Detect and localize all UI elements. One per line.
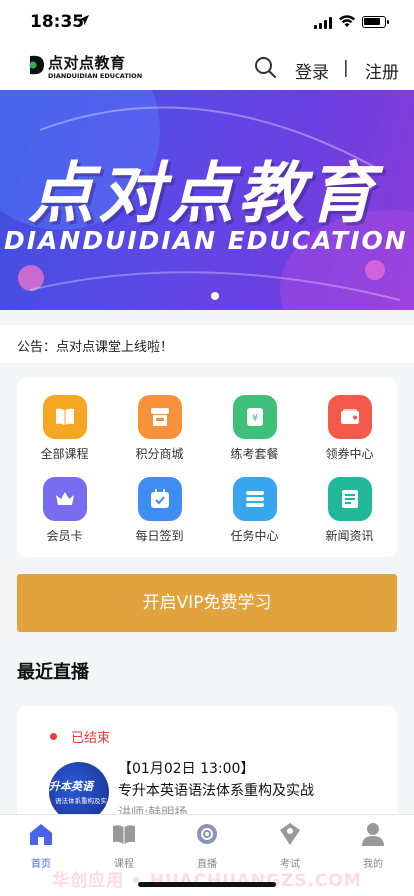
tab-home[interactable]: 首页 [11,821,71,870]
tab-courses[interactable]: 课程 [94,821,154,870]
grid-item-points-mall[interactable]: 积分商城 [112,395,207,462]
live-icon [197,824,217,844]
book-icon [42,395,87,439]
feature-grid: 全部课程 积分商城 ¥ 练考套餐 领券中心 会员卡 每日签到 任务中心 新闻资讯 [17,377,397,557]
battery-icon [362,16,389,28]
grid-item-news[interactable]: 新闻资讯 [302,477,397,544]
grid-label: 会员卡 [46,529,83,543]
search-icon[interactable] [254,56,276,78]
promo-banner[interactable]: 点对点教育 DIANDUIDIAN EDUCATION [0,90,414,310]
status-time: 18:35 [30,12,85,32]
profile-icon [362,823,384,846]
live-course-name: 专升本英语语法体系重构及实战 [118,783,314,799]
grid-item-daily-checkin[interactable]: 每日签到 [112,477,207,544]
section-title-recent-live: 最近直播 [17,662,89,683]
grid-item-all-courses[interactable]: 全部课程 [17,395,112,462]
cellular-signal-icon [314,17,332,29]
home-icon [30,824,52,845]
home-indicator[interactable] [138,882,276,887]
carousel-dot-active[interactable] [211,292,219,300]
grid-item-coupon-center[interactable]: 领券中心 [302,395,397,462]
grid-item-membership-card[interactable]: 会员卡 [17,477,112,544]
logo-subtitle: DIANDUIDIAN EDUCATION [48,72,143,80]
announcement-bar[interactable]: 公告：点对点课堂上线啦！ [0,325,414,363]
vip-free-study-button[interactable]: 开启VIP免费学习 [17,574,397,632]
live-thumbnail: 升本英语 语法体系重构及实战 [49,762,109,822]
grid-label: 练考套餐 [230,447,279,461]
grid-label: 每日签到 [135,529,184,543]
wifi-icon [339,15,355,27]
announcement-text: 公告：点对点课堂上线啦！ [17,340,174,355]
exam-icon [280,823,300,845]
status-dot-icon [50,733,57,740]
app-header: 点对点教育 DIANDUIDIAN EDUCATION 登录 | 注册 [0,46,414,90]
grid-label: 全部课程 [40,447,89,461]
logo-mark-icon [29,55,44,75]
book-open-icon [113,825,135,844]
thumbnail-title: 升本英语 [49,780,93,793]
location-arrow-icon [79,15,89,25]
logo-title: 点对点教育 [48,54,126,72]
banner-subtitle: DIANDUIDIAN EDUCATION [4,226,408,255]
grid-label: 新闻资讯 [325,529,374,543]
banner-title: 点对点教育 [28,155,378,232]
grid-label: 领券中心 [325,447,374,461]
watermark: 华创应用 • HUACHUANGZS.COM [52,871,362,891]
news-icon [327,477,372,521]
crown-icon [42,477,87,521]
shop-icon [137,395,182,439]
svg-text:¥: ¥ [251,413,257,424]
calendar-check-icon [137,477,182,521]
package-icon: ¥ [232,395,277,439]
grid-label: 任务中心 [230,529,279,543]
grid-item-task-center[interactable]: 任务中心 [207,477,302,544]
coupon-icon [327,395,372,439]
login-link[interactable]: 登录 [295,58,329,83]
header-divider: | [343,58,349,78]
status-bar: 18:35 [0,0,414,46]
live-time: 【01月02日 13:00】 [118,761,255,777]
thumbnail-subtitle: 语法体系重构及实战 [55,797,109,805]
tab-exam[interactable]: 考试 [260,821,320,870]
grid-label: 积分商城 [135,447,184,461]
live-status-badge: 已结束 [71,731,111,746]
register-link[interactable]: 注册 [365,58,399,83]
tab-profile[interactable]: 我的 [343,821,403,870]
grid-item-exam-package[interactable]: ¥ 练考套餐 [207,395,302,462]
tab-live[interactable]: 直播 [177,821,237,870]
task-list-icon [232,477,277,521]
